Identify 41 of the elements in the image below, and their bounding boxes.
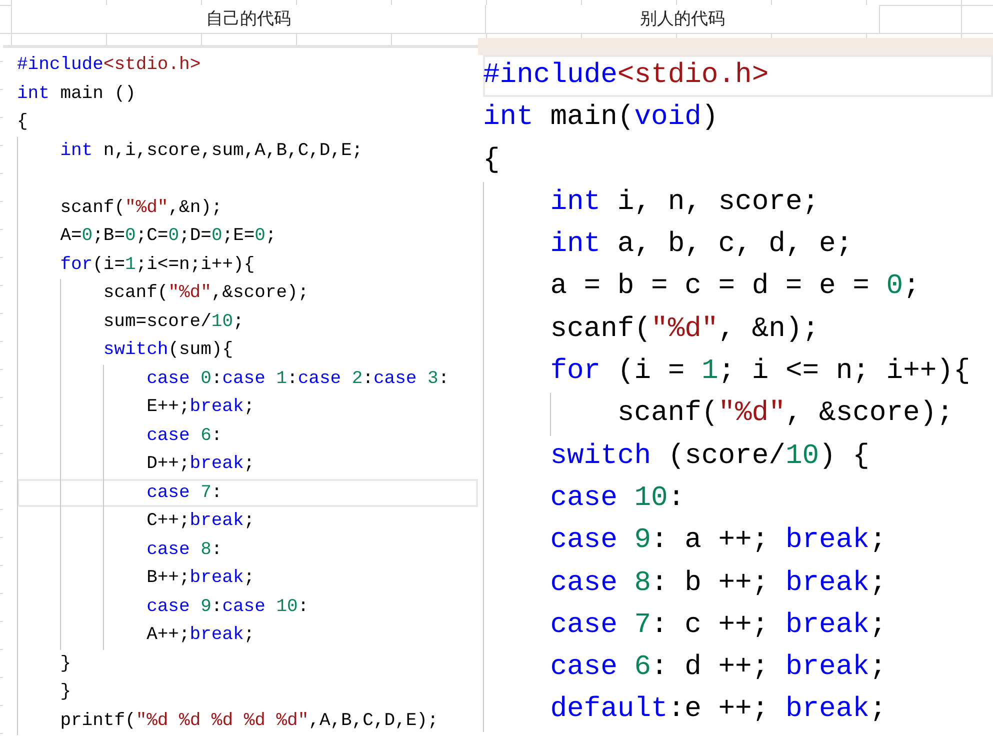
code-line: case 9:case 10: [17,592,309,621]
code-line: #include<stdio.h> [17,54,201,77]
code-line: int i, n, score; [483,182,820,224]
code-line: for(i=1;i<=n;i++){ [17,250,255,279]
code-line: A++;break; [17,621,255,650]
code-line: scanf("%d",&n); [17,194,222,222]
code-line: A=0;B=0;C=0;D=0;E=0; [17,222,276,250]
code-line: case 0:case 1:case 2:case 3: [17,364,450,393]
code-line: case 8: [17,536,222,564]
code-line: { [483,144,500,178]
code-line: case 7: c ++; break; [483,604,886,648]
code-line: default:e ++; break; [483,689,886,732]
column-header: 自己的代码 [11,5,486,34]
code-line: for (i = 1; i <= n; i++){ [483,351,970,394]
code-line: D++;break; [17,450,255,478]
code-line: int main(void) [483,101,718,136]
code-line: case 9: a ++; break; [483,520,886,563]
code-line: case 7: [17,478,478,507]
code-line: scanf("%d", &score); [483,393,954,436]
code-line: printf("%d %d %d %d %d",A,B,C,D,E); [17,706,438,735]
column-header: 别人的代码 [486,5,880,34]
code-line: switch(sum){ [17,336,233,364]
code-line: int main () [17,82,136,106]
code-line: case 6: [17,422,222,450]
code-line: a = b = c = d = e = 0; [483,266,920,309]
code-line: switch (score/10) { [483,436,870,478]
code-line: case 8: b ++; break; [483,562,886,605]
code-line: B++;break; [17,564,255,592]
code-line: int n,i,score,sum,A,B,C,D,E; [17,136,363,165]
code-line: #include<stdio.h> [483,55,993,98]
code-line: E++;break; [17,393,255,422]
code-line: case 10: [483,478,685,520]
code-line: scanf("%d",&score); [17,279,309,308]
code-line: sum=score/10; [17,308,244,336]
code-line: case 6: d ++; break; [483,647,886,690]
code-line: C++;break; [17,507,255,536]
code-line: } [17,650,71,678]
code-line: scanf("%d", &n); [483,308,820,352]
code-line: { [17,111,28,134]
code-line: } [17,678,71,706]
code-line: int a, b, c, d, e; [483,224,853,266]
